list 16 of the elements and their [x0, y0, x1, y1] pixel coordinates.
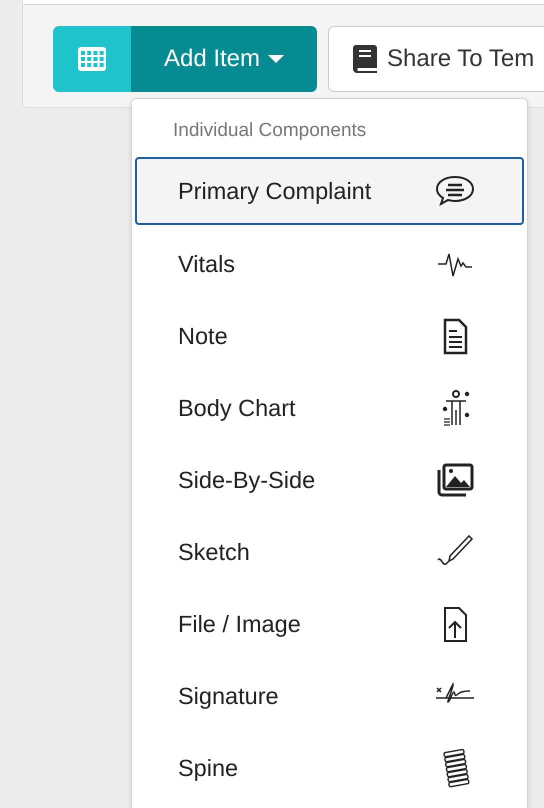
- share-button[interactable]: Share To Tem: [328, 26, 544, 92]
- menu-header: Individual Components: [172, 119, 368, 143]
- menu-item[interactable]: Primary Complaint: [135, 157, 524, 225]
- caret-icon: [268, 55, 284, 63]
- add-item-button[interactable]: Add Item: [131, 26, 317, 92]
- menu-item[interactable]: Body Chart: [135, 372, 524, 444]
- menu-item[interactable]: Spine: [135, 732, 524, 804]
- menu-item[interactable]: Signature: [135, 660, 524, 732]
- grid-button[interactable]: [53, 26, 131, 92]
- book-icon: [353, 45, 377, 73]
- menu-item[interactable]: Note: [135, 300, 524, 372]
- menu-item[interactable]: Sketch: [135, 516, 524, 588]
- menu-item[interactable]: Vitals: [135, 228, 524, 300]
- grid-icon: [78, 47, 106, 71]
- menu-item[interactable]: File / Image: [135, 588, 524, 660]
- menu-item[interactable]: Side-By-Side: [135, 444, 524, 516]
